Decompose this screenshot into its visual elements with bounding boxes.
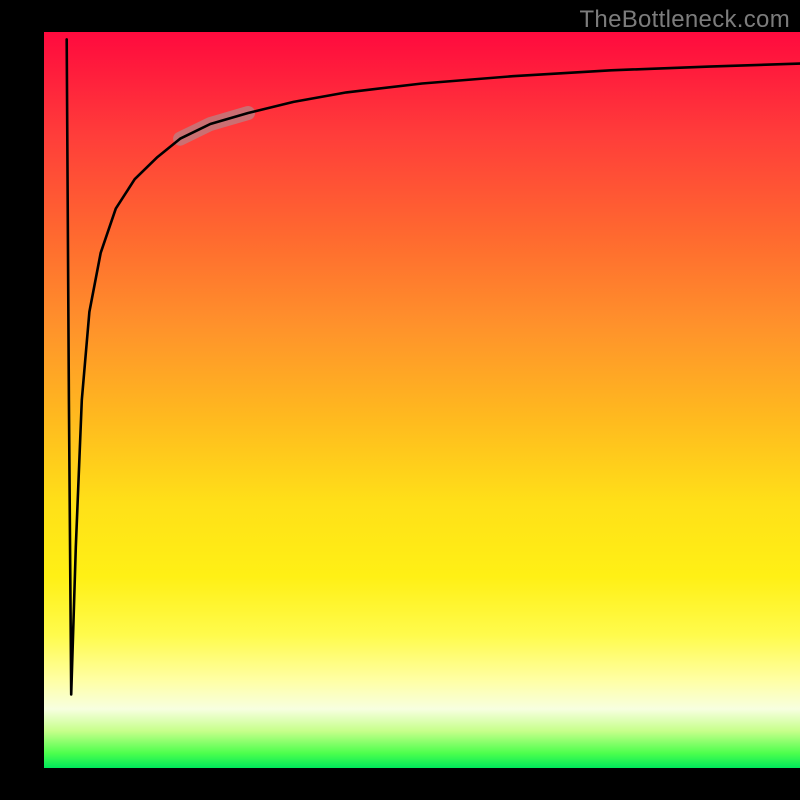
- curve-svg: [44, 32, 800, 768]
- plot-area: [44, 32, 800, 768]
- chart-stage: TheBottleneck.com: [0, 0, 800, 800]
- watermark-text: TheBottleneck.com: [579, 6, 790, 34]
